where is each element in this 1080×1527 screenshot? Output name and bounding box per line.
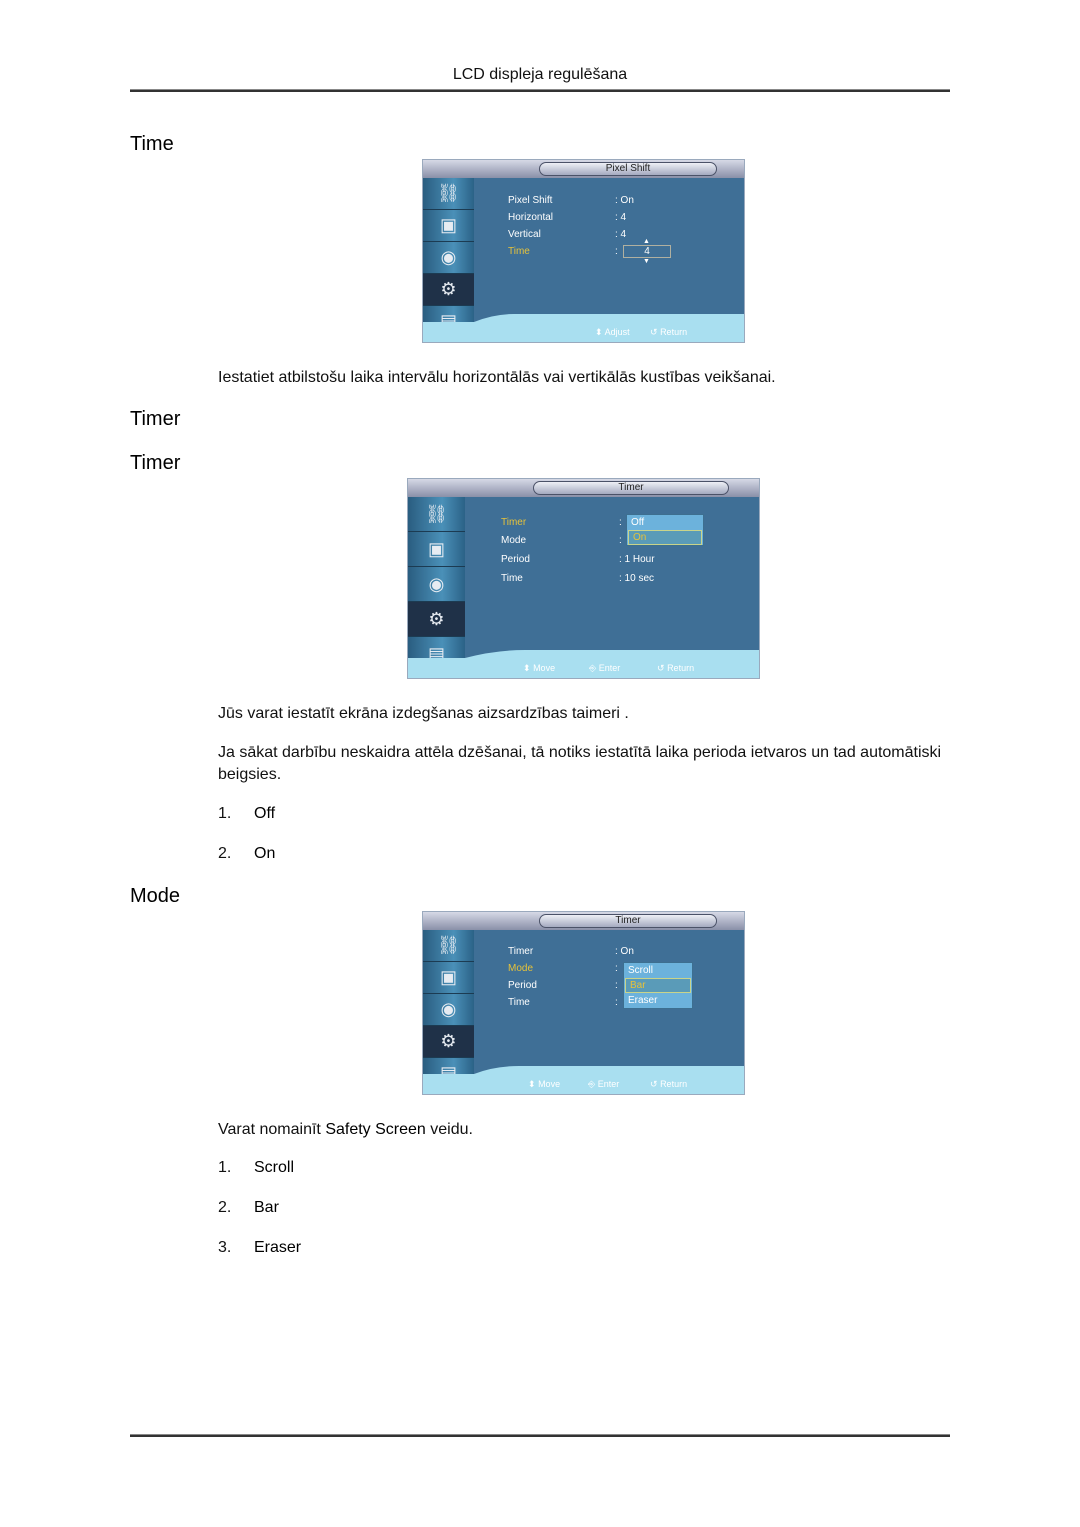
footer-enter: ⎆ Enter (588, 1079, 620, 1089)
osd-footer-curve (465, 650, 759, 658)
safety-screen-term: Safety Screen (325, 1121, 426, 1138)
osd-row-label-selected: Mode (508, 963, 534, 974)
footer-divider (130, 1434, 950, 1437)
spinner-down-icon: ▼ (643, 258, 650, 265)
osd-title: Pixel Shift (539, 162, 717, 176)
footer-adjust: ⬍ Adjust (595, 327, 630, 337)
osd-row-value: : (619, 535, 622, 546)
picture-icon: ▣ (423, 962, 474, 994)
enter-icon: ⎆ (589, 663, 597, 673)
mode-option-item: 3. Eraser (218, 1239, 302, 1256)
osd-row-value: : (619, 517, 622, 528)
osd-footer-curve (474, 1066, 744, 1074)
setup-icon: ⚙ (423, 1026, 474, 1058)
osd-screenshot-mode: Timer ⛓ ▣ ◉ ⚙ ▤ Timer : On Mode : Period… (422, 911, 745, 1095)
osd-row-label: Mode (501, 535, 527, 546)
sound-icon: ◉ (408, 567, 465, 602)
section-heading-timer: Timer (130, 452, 181, 474)
osd-row-label-selected: Time (508, 246, 530, 257)
up-down-icon: ⬍ (523, 663, 531, 673)
osd-row-value: : (615, 963, 618, 974)
osd-footer: ⬍ Move ⎆ Enter ↺ Return (465, 658, 759, 678)
dropdown-option: Eraser (628, 995, 658, 1006)
footer-return: ↺ Return (650, 327, 688, 337)
osd-title: Timer (539, 914, 717, 928)
dropdown-option-selected: On (628, 530, 702, 545)
dropdown-option: Scroll (628, 965, 654, 976)
sound-icon: ◉ (423, 994, 474, 1026)
osd-sidebar: ⛓ ▣ ◉ ⚙ ▤ (423, 930, 474, 1094)
osd-sidebar: ⛓ ▣ ◉ ⚙ ▤ (408, 497, 465, 678)
mode-description: Varat nomainīt Safety Screen veidu. (218, 1121, 473, 1138)
return-icon: ↺ (657, 663, 665, 673)
osd-spinner-value: 4 (623, 245, 671, 258)
dropdown-option: Off (631, 517, 645, 528)
osd-row-label-selected: Timer (501, 517, 527, 528)
footer-move: ⬍ Move (528, 1079, 561, 1089)
osd-footer-curve (474, 314, 744, 322)
section-heading-mode: Mode (130, 885, 181, 907)
enter-icon: ⎆ (588, 1079, 596, 1089)
footer-enter: ⎆ Enter (589, 663, 621, 673)
osd-row-value: : 1 Hour (619, 554, 655, 565)
spinner-up-icon: ▲ (643, 238, 650, 245)
mode-option-item: 1. Scroll (218, 1159, 295, 1176)
osd-dropdown: Scroll Bar Eraser (623, 962, 693, 1009)
timer-option-item: 1. Off (218, 805, 276, 822)
osd-row-value: : 4 (615, 212, 627, 223)
setup-icon: ⚙ (423, 274, 474, 306)
header-divider (130, 89, 950, 92)
mode-option-item: 2. Bar (218, 1199, 279, 1216)
osd-footer: ⬍ Move ⎆ Enter ↺ Return (474, 1074, 744, 1094)
setup-icon: ⚙ (408, 602, 465, 637)
osd-row-value: : On (615, 946, 634, 957)
timer-description-1: Jūs varat iestatīt ekrāna izdegšanas aiz… (218, 705, 629, 722)
picture-icon: ▣ (408, 532, 465, 567)
osd-row-label: Pixel Shift (508, 195, 553, 206)
dropdown-option-selected: Bar (625, 978, 691, 993)
return-icon: ↺ (650, 1079, 658, 1089)
osd-dropdown: Off On (626, 514, 704, 546)
sound-icon: ◉ (423, 242, 474, 274)
picture-icon: ▣ (423, 210, 474, 242)
input-icon: ⛓ (408, 497, 465, 532)
section-heading-time: Time (130, 133, 174, 155)
time-description: Iestatiet atbilstošu laika intervālu hor… (218, 369, 776, 386)
page-header: LCD displeja regulēšana (452, 66, 628, 83)
osd-title: Timer (533, 481, 729, 495)
osd-row-label: Period (508, 980, 537, 991)
osd-screenshot-pixel-shift: Pixel Shift ⛓ ▣ ◉ ⚙ ▤ Pixel Shift : On H… (422, 159, 745, 343)
osd-row-value: : On (615, 195, 634, 206)
timer-option-item: 2. On (218, 845, 276, 862)
osd-row-value: : (615, 246, 618, 257)
osd-screenshot-timer: Timer ⛓ ▣ ◉ ⚙ ▤ Timer : Mode : Period : … (407, 478, 760, 679)
osd-row-label: Time (501, 573, 523, 584)
osd-row-label: Period (501, 554, 530, 565)
osd-row-label: Horizontal (508, 212, 554, 223)
up-down-icon: ⬍ (528, 1079, 536, 1089)
footer-return: ↺ Return (650, 1079, 688, 1089)
osd-row-value: : 10 sec (619, 573, 655, 584)
osd-row-label: Timer (508, 946, 534, 957)
osd-row-value: : (615, 997, 618, 1008)
osd-row-label: Time (508, 997, 530, 1008)
input-icon: ⛓ (423, 930, 474, 962)
osd-sidebar: ⛓ ▣ ◉ ⚙ ▤ (423, 178, 474, 342)
osd-row-label: Vertical (508, 229, 541, 240)
osd-footer: ⬍ Adjust ↺ Return (474, 322, 744, 342)
return-icon: ↺ (650, 327, 658, 337)
footer-return: ↺ Return (657, 663, 695, 673)
osd-row-value: : 4 (615, 229, 627, 240)
timer-description-2: Ja sākat darbību neskaidra attēla dzēšan… (218, 744, 942, 783)
input-icon: ⛓ (423, 178, 474, 210)
section-heading-timer-parent: Timer (130, 408, 181, 430)
footer-move: ⬍ Move (523, 663, 556, 673)
up-down-icon: ⬍ (595, 327, 603, 337)
osd-row-value: : (615, 980, 618, 991)
